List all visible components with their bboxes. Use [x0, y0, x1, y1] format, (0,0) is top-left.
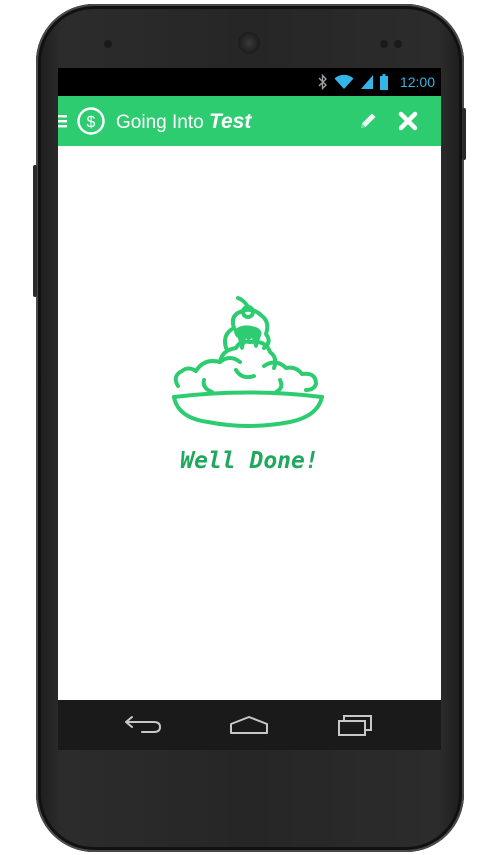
svg-text:$: $	[87, 114, 96, 131]
ice-cream-sundae-icon	[172, 296, 324, 428]
page-title: Going Into Test	[116, 110, 251, 134]
menu-icon[interactable]	[58, 113, 68, 129]
power-button	[462, 108, 466, 160]
earpiece-speaker	[238, 32, 260, 54]
battery-icon	[379, 74, 388, 90]
front-camera	[104, 40, 112, 48]
bluetooth-icon	[318, 74, 327, 90]
proximity-sensor	[380, 40, 388, 48]
screen: 12:00 $ Going Into Test Well Done!	[58, 68, 441, 750]
status-bar: 12:00	[58, 68, 441, 96]
title-subject: Test	[208, 110, 252, 133]
dollar-circle-icon[interactable]: $	[76, 106, 106, 136]
recents-icon[interactable]	[332, 712, 378, 738]
close-icon[interactable]	[397, 110, 419, 132]
back-icon[interactable]	[120, 712, 166, 738]
status-clock: 12:00	[399, 74, 435, 90]
navigation-bar	[58, 700, 441, 750]
pencil-icon[interactable]	[357, 110, 379, 132]
well-done-message: Well Done!	[180, 448, 319, 474]
action-bar: $ Going Into Test	[58, 96, 441, 146]
home-icon[interactable]	[226, 712, 272, 738]
wifi-icon	[334, 74, 354, 89]
cell-signal-icon	[360, 75, 373, 89]
light-sensor	[394, 40, 402, 48]
title-prefix: Going Into	[116, 112, 209, 133]
volume-button	[33, 165, 37, 297]
content-area: Well Done!	[58, 146, 441, 700]
